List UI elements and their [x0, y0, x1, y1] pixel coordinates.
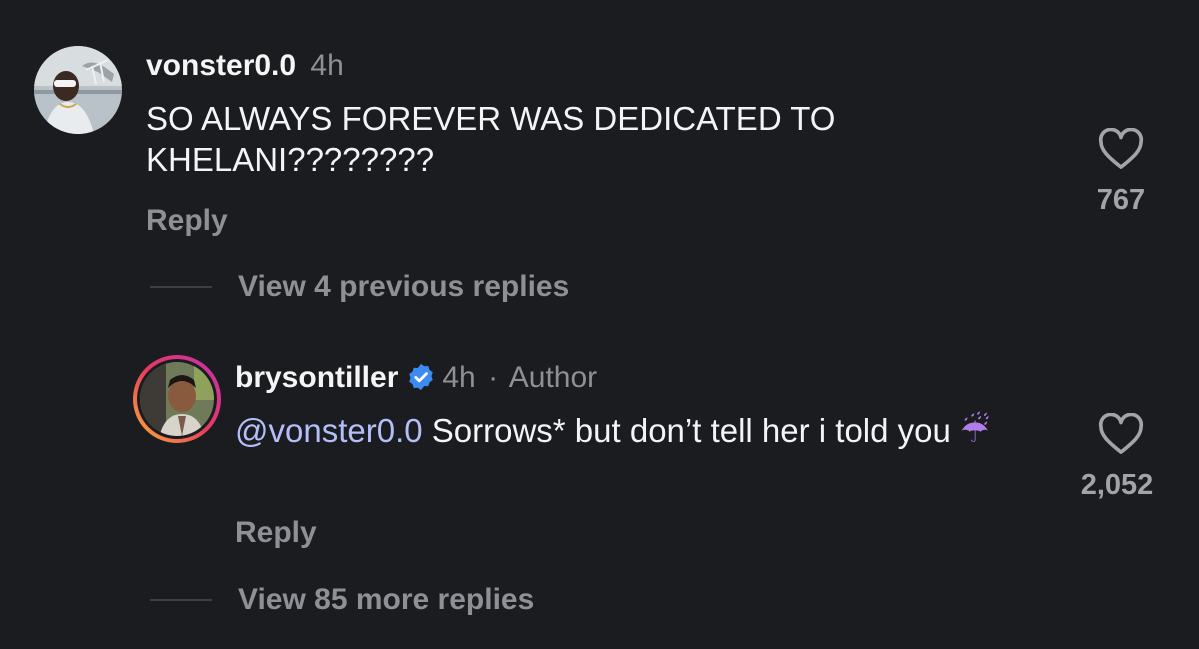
- umbrella-rain-icon: ☔: [960, 412, 990, 449]
- comment-text: @vonster0.0 Sorrows* but don’t tell her …: [235, 410, 995, 451]
- avatar[interactable]: [34, 46, 122, 134]
- comment-brysontiller: brysontiller 4h · Author @vonster0.0 Sor…: [0, 340, 1199, 580]
- meta-separator: ·: [488, 361, 499, 394]
- verified-badge-icon: [409, 363, 434, 391]
- comment-header: vonster0.0 4h: [146, 48, 344, 84]
- view-previous-replies-label: View 4 previous replies: [238, 270, 570, 303]
- comment-text: SO ALWAYS FOREVER WAS DEDICATED TO KHELA…: [146, 100, 836, 178]
- view-more-replies[interactable]: View 85 more replies: [150, 583, 534, 617]
- timestamp: 4h: [310, 49, 344, 82]
- like-count: 767: [1096, 184, 1146, 216]
- like-group: 767: [1066, 128, 1176, 217]
- reply-button[interactable]: Reply: [146, 204, 228, 238]
- view-more-replies-label: View 85 more replies: [238, 583, 535, 616]
- heart-icon[interactable]: [1098, 413, 1144, 455]
- comment-header: brysontiller 4h · Author: [235, 360, 597, 396]
- story-ring-avatar[interactable]: [132, 354, 222, 444]
- thread-divider: [150, 599, 212, 601]
- heart-icon[interactable]: [1098, 128, 1144, 170]
- like-count: 2,052: [1080, 469, 1154, 501]
- mention-link[interactable]: @vonster0.0: [235, 412, 423, 449]
- timestamp: 4h: [442, 361, 476, 394]
- comment-text-body: Sorrows* but don’t tell her i told you: [422, 412, 961, 449]
- author-tag: Author: [508, 361, 598, 394]
- comment-vonster: vonster0.0 4h SO ALWAYS FOREVER WAS DEDI…: [0, 0, 1199, 250]
- thread-divider: [150, 286, 212, 288]
- username[interactable]: brysontiller: [235, 361, 398, 394]
- reply-button[interactable]: Reply: [235, 516, 317, 550]
- view-previous-replies[interactable]: View 4 previous replies: [150, 270, 569, 304]
- like-group: 2,052: [1066, 413, 1176, 502]
- username[interactable]: vonster0.0: [146, 49, 296, 82]
